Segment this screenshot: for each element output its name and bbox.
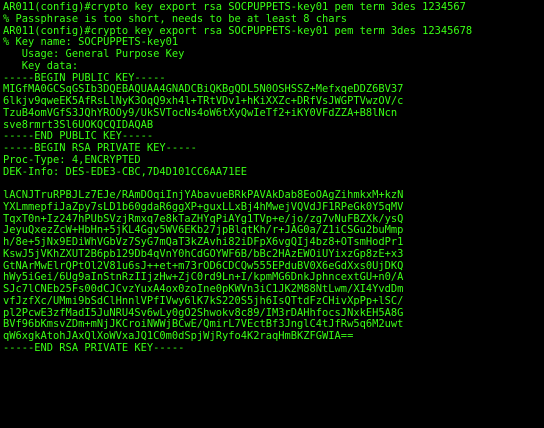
private-key-data-line: vfJzfXc/UMmi9bSdClHnnlVPfIVwy6lK7kS220S5… — [3, 294, 404, 307]
private-key-begin: -----BEGIN RSA PRIVATE KEY----- — [3, 142, 197, 154]
private-key-data-line: KswJ5jVKhZXUT2B6pb129Db4qVnY0hCdGOYWF6B/… — [3, 247, 404, 260]
private-key-data-line: h/8e+5jNx9EDiWhVGbVz7SyG7mQaT3kZAvhi82iD… — [3, 236, 404, 248]
private-key-data-line: SJc7lCNEb25Fs00dCJCvzYuxA4ox0zoIne0pKWVn… — [3, 283, 404, 295]
private-key-data-line: YXLmmepfiJaZpy7sLD1b60gdaR6ggXP+guxLLxBj… — [3, 200, 404, 213]
private-key-end: -----END RSA PRIVATE KEY----- — [3, 341, 185, 354]
terminal-window[interactable]: AR011(config)#crypto key export rsa SOCP… — [0, 0, 544, 428]
private-key-data-line: qW6xgkAtohJAxQlXoWVxaJQ1C0m0dSpjWjRyfo4K… — [3, 330, 354, 342]
key-data-label: Key data: — [3, 59, 79, 72]
error-passphrase-too-short: % Passphrase is too short, needs to be a… — [3, 12, 348, 25]
public-key-data-line: 6lkjv9qweEK5AfRsLlNyK3OqQ9xh4l+TRtVDv1+h… — [3, 95, 404, 107]
command-line-export-attempt-1: AR011(config)#crypto key export rsa SOCP… — [3, 1, 466, 13]
private-key-data-line: lACNJTruRPBJLz7EJe/RAmDOqiInjYAbavueBRkP… — [3, 189, 404, 201]
public-key-data-line: TzuB4omVGfS3JQhYROOy9/UkSVTocNs4oW6tXyQw… — [3, 106, 398, 119]
dek-info-line: DEK-Info: DES-EDE3-CBC,7D4D101CC6AA71EE — [3, 165, 247, 178]
proc-type-line: Proc-Type: 4,ENCRYPTED — [3, 153, 141, 166]
key-usage-line: Usage: General Purpose Key — [3, 48, 185, 60]
